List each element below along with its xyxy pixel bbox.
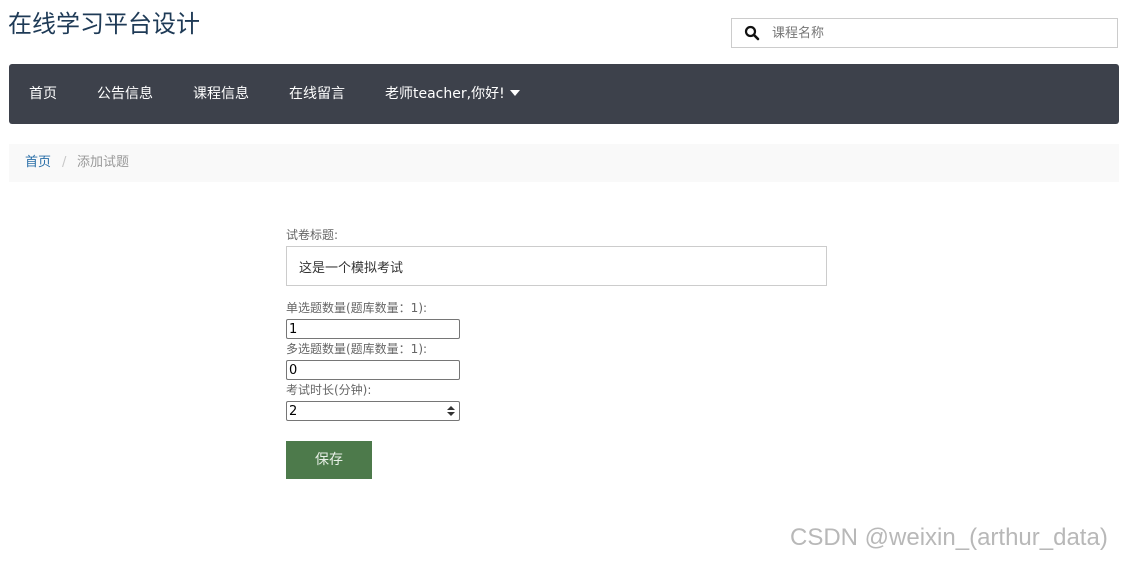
breadcrumb-current: 添加试题 [77,155,130,170]
caret-down-icon [509,90,520,96]
site-title: 在线学习平台设计 [8,10,200,38]
search-icon[interactable] [744,25,760,41]
search-box[interactable] [731,18,1118,48]
exam-duration-input[interactable] [286,401,460,421]
search-input[interactable] [766,20,1118,46]
exam-duration-label: 考试时长(分钟): [286,383,372,397]
breadcrumb-home-link[interactable]: 首页 [25,144,51,182]
single-choice-count-input[interactable] [286,319,460,339]
save-button[interactable]: 保存 [286,441,372,479]
main-navbar: 首页 公告信息 课程信息 在线留言 老师teacher,你好! [9,64,1119,124]
multi-choice-count-input[interactable] [286,360,460,380]
number-spinner-icon[interactable] [444,403,458,419]
nav-item-home[interactable]: 首页 [29,64,57,124]
csdn-watermark: CSDN @weixin_(arthur_data) [790,524,1108,551]
single-choice-count-label: 单选题数量(题库数量：1): [286,301,428,315]
user-menu-dropdown[interactable]: 老师teacher,你好! [385,64,520,124]
breadcrumb: 首页 / 添加试题 [9,144,1119,182]
nav-item-messages[interactable]: 在线留言 [289,64,345,124]
exam-title-label: 试卷标题: [286,228,339,242]
exam-title-input[interactable] [286,246,827,286]
nav-item-courses[interactable]: 课程信息 [193,64,249,124]
nav-item-announcements[interactable]: 公告信息 [97,64,153,124]
user-menu-label: 老师teacher,你好! [385,86,505,102]
breadcrumb-separator: / [62,155,67,170]
multi-choice-count-label: 多选题数量(题库数量：1): [286,342,428,356]
